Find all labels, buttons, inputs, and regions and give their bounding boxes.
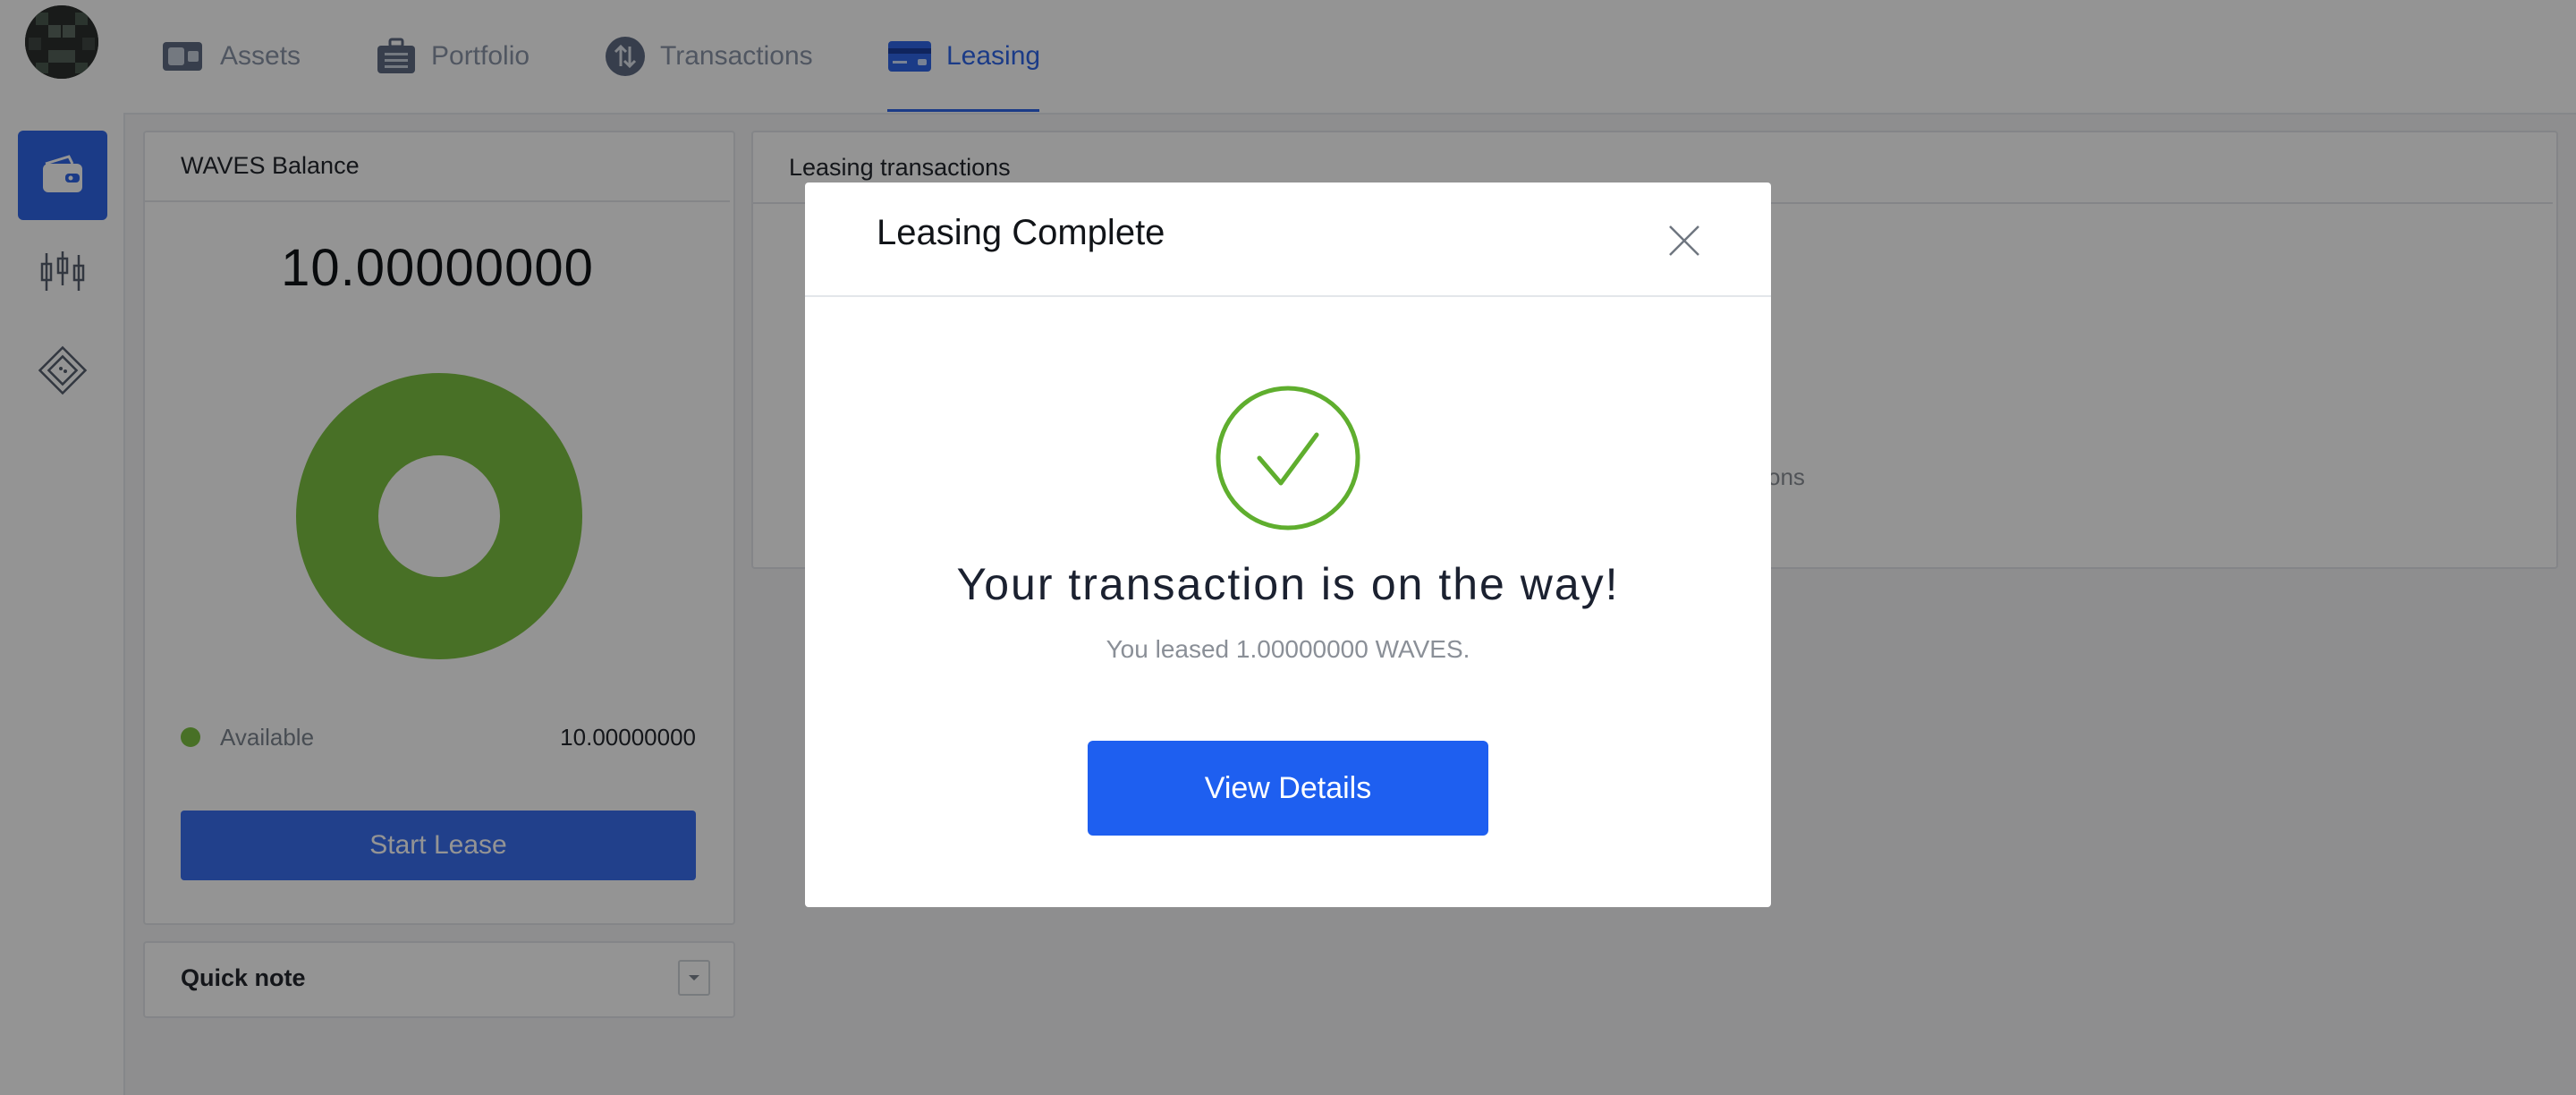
leasing-complete-modal: Leasing Complete Your transaction is on … [805,182,1771,907]
close-button[interactable] [1662,218,1707,263]
view-details-button[interactable]: View Details [1088,741,1488,836]
close-icon [1669,225,1699,256]
modal-subtext: You leased 1.00000000 WAVES. [1106,635,1470,663]
success-check-icon [1216,386,1360,531]
modal-heading: Your transaction is on the way! [956,559,1620,609]
modal-title: Leasing Complete [877,213,1165,252]
